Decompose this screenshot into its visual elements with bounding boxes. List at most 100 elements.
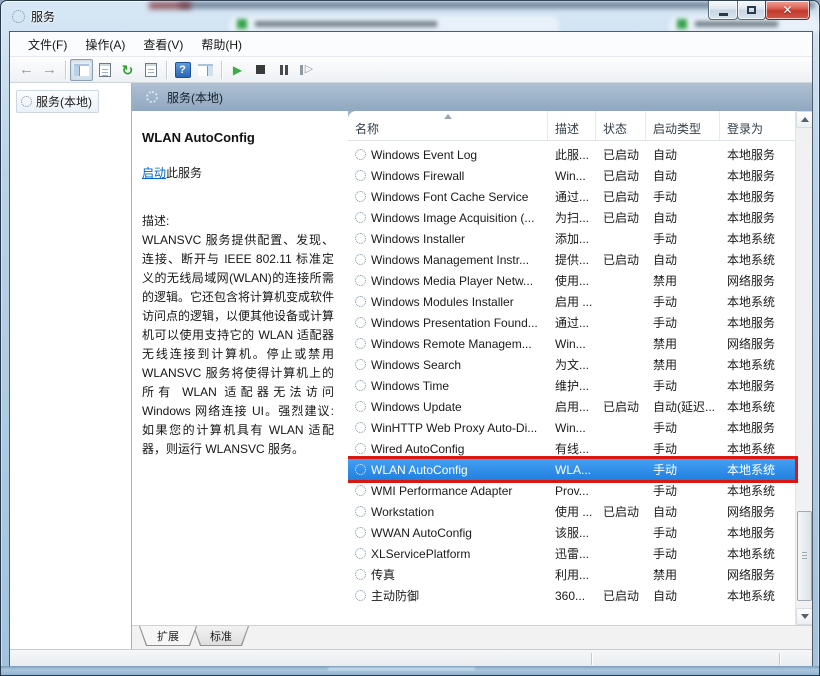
table-row[interactable]: Windows Image Acquisition (... 为扫... 已启动… [348,207,795,228]
service-startup-type-cell: 手动 [646,314,720,331]
service-gear-icon [355,317,366,328]
table-row[interactable]: WWAN AutoConfig 该服... 手动 本地服务 [348,522,795,543]
service-name: Windows Media Player Netw... [371,274,533,288]
service-description-cell: 使用 ... [548,503,596,520]
service-gear-icon [355,275,366,286]
status-bar-divider [779,653,780,665]
service-startup-type-cell: 手动 [646,230,720,247]
service-name: Windows Installer [371,232,465,246]
service-status-cell: 已启动 [596,251,646,268]
column-header-description[interactable]: 描述 [548,111,596,140]
service-description-cell: 通过... [548,314,596,331]
service-gear-icon [355,443,366,454]
menu-help[interactable]: 帮助(H) [192,33,251,56]
service-gear-icon [355,191,366,202]
service-gear-icon [355,380,366,391]
toolbar: ← → ↻ ? ▶ ▷ [10,56,812,83]
help-button[interactable]: ? [171,59,194,81]
service-logon-as-cell: 本地服务 [720,314,795,331]
table-row[interactable]: Windows Search 为文... 禁用 本地系统 [348,354,795,375]
services-list-area: 名称 描述 状态 启动类型 登录为 Windows Event Log 此服..… [348,111,812,625]
properties-icon [99,63,111,77]
service-logon-as-cell: 本地服务 [720,377,795,394]
close-button[interactable]: ✕ [765,1,810,20]
service-gear-icon [355,569,366,580]
service-name: WinHTTP Web Proxy Auto-Di... [371,421,537,435]
scroll-down-button[interactable] [796,608,812,625]
service-startup-type-cell: 禁用 [646,356,720,373]
table-row[interactable]: Wired AutoConfig 有线... 手动 本地系统 [348,438,795,459]
table-row[interactable]: WMI Performance Adapter Prov... 手动 本地系统 [348,480,795,501]
table-row[interactable]: Windows Remote Managem... Win... 禁用 网络服务 [348,333,795,354]
menu-view[interactable]: 查看(V) [134,33,192,56]
table-row[interactable]: Windows Firewall Win... 已启动 自动 本地服务 [348,165,795,186]
refresh-button[interactable]: ↻ [116,59,139,81]
service-gear-icon [355,590,366,601]
service-logon-as-cell: 网络服务 [720,335,795,352]
column-header-name[interactable]: 名称 [348,111,548,140]
pause-service-button[interactable] [272,59,295,81]
column-header-status[interactable]: 状态 [596,111,646,140]
service-gear-icon [355,233,366,244]
menu-action[interactable]: 操作(A) [76,33,134,56]
service-description-cell: 添加... [548,230,596,247]
forward-icon: → [42,62,57,77]
service-name: Workstation [371,505,434,519]
service-description-cell: 使用... [548,272,596,289]
table-row[interactable]: Windows Font Cache Service 通过... 已启动 手动 … [348,186,795,207]
table-row[interactable]: WinHTTP Web Proxy Auto-Di... Win... 手动 本… [348,417,795,438]
table-row[interactable]: Windows Installer 添加... 手动 本地系统 [348,228,795,249]
show-action-pane-button[interactable] [194,59,217,81]
service-description-cell: 360... [548,589,596,603]
service-startup-type-cell: 手动 [646,188,720,205]
table-row[interactable]: Windows Media Player Netw... 使用... 禁用 网络… [348,270,795,291]
table-row[interactable]: Windows Update 启用... 已启动 自动(延迟... 本地系统 [348,396,795,417]
table-row[interactable]: 主动防御 360... 已启动 自动 本地系统 [348,585,795,606]
column-header-startup-type[interactable]: 启动类型 [646,111,720,140]
tree-item-services-local[interactable]: 服务(本地) [16,90,99,113]
tree-item-label: 服务(本地) [36,93,92,110]
service-description-cell: WLA... [548,463,596,477]
properties-button[interactable] [93,59,116,81]
scrollbar-thumb[interactable] [797,511,812,601]
start-service-link[interactable]: 启动 [142,166,166,180]
service-logon-as-cell: 本地服务 [720,524,795,541]
toolbar-separator [166,61,167,79]
title-bar[interactable]: 服务 [1,1,819,31]
scroll-up-button[interactable] [796,111,812,128]
start-service-button[interactable]: ▶ [226,59,249,81]
tab-standard[interactable]: 标准 [193,626,249,646]
service-gear-icon [355,359,366,370]
back-button[interactable]: ← [15,59,38,81]
service-description-cell: 维护... [548,377,596,394]
stop-service-button[interactable] [249,59,272,81]
service-name: Windows Remote Managem... [371,337,532,351]
column-header-logon-as[interactable]: 登录为 [720,111,795,140]
show-console-tree-button[interactable] [70,59,93,81]
table-row[interactable]: Windows Time 维护... 手动 本地服务 [348,375,795,396]
forward-button[interactable]: → [38,59,61,81]
service-logon-as-cell: 本地系统 [720,356,795,373]
status-bar-divider [591,653,592,665]
maximize-button[interactable] [737,1,766,20]
table-row[interactable]: Windows Presentation Found... 通过... 手动 本… [348,312,795,333]
service-logon-as-cell: 网络服务 [720,503,795,520]
table-row[interactable]: 传真 利用... 禁用 网络服务 [348,564,795,585]
table-row[interactable]: Windows Modules Installer 启用 ... 手动 本地系统 [348,291,795,312]
export-list-button[interactable] [139,59,162,81]
view-tab-strip: 扩展 标准 [132,625,812,649]
minimize-button[interactable] [708,1,738,20]
restart-service-button[interactable]: ▷ [295,59,318,81]
pause-service-icon [280,65,288,75]
minimize-icon [719,13,728,16]
table-row[interactable]: Windows Management Instr... 提供... 已启动 自动… [348,249,795,270]
menu-file[interactable]: 文件(F) [19,33,76,56]
table-row-selected[interactable]: WLAN AutoConfig WLA... 手动 本地系统 [348,459,795,480]
service-description-cell: 通过... [548,188,596,205]
table-row[interactable]: Windows Event Log 此服... 已启动 自动 本地服务 [348,144,795,165]
tab-extended[interactable]: 扩展 [139,626,197,646]
service-name: Wired AutoConfig [371,442,464,456]
vertical-scrollbar[interactable] [795,111,812,625]
table-row[interactable]: XLServicePlatform 迅雷... 手动 本地系统 [348,543,795,564]
table-row[interactable]: Workstation 使用 ... 已启动 自动 网络服务 [348,501,795,522]
